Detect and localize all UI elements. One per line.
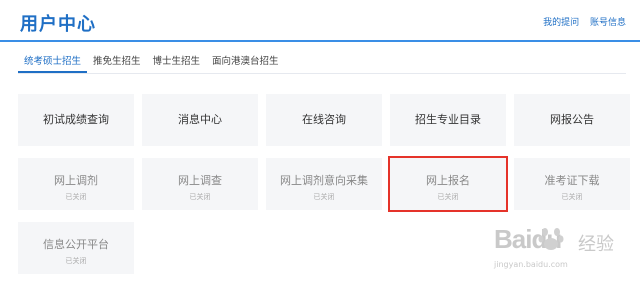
card-label: 网报公告	[550, 113, 594, 126]
card-status: 已关闭	[561, 193, 583, 201]
card-label: 消息中心	[178, 113, 222, 126]
tab-unified-master[interactable]: 统考硕士招生	[18, 55, 88, 73]
card-label: 网上调查	[178, 174, 222, 187]
tab-bar: 统考硕士招生 推免生招生 博士生招生 面向港澳台招生	[18, 55, 285, 73]
card-info-disclosure[interactable]: 信息公开平台 已关闭	[18, 222, 134, 274]
card-label: 网上调剂	[54, 174, 98, 187]
card-label: 网上报名	[426, 174, 470, 187]
my-questions-link[interactable]: 我的提问	[543, 18, 579, 28]
card-status: 已关闭	[313, 193, 335, 201]
card-status: 已关闭	[189, 193, 211, 201]
card-label: 准考证下载	[544, 174, 600, 187]
card-major-catalog[interactable]: 招生专业目录	[390, 94, 506, 146]
paw-icon	[538, 228, 564, 250]
card-adjust-intent[interactable]: 网上调剂意向采集 已关闭	[266, 158, 382, 210]
account-info-link[interactable]: 账号信息	[590, 18, 626, 28]
card-score-query[interactable]: 初试成绩查询	[18, 94, 134, 146]
card-status: 已关闭	[437, 193, 459, 201]
top-links: 我的提问 账号信息	[535, 15, 626, 28]
card-online-registration[interactable]: 网上报名 已关闭	[388, 156, 508, 212]
card-label: 在线咨询	[302, 113, 346, 126]
card-admission-ticket[interactable]: 准考证下载 已关闭	[514, 158, 630, 210]
page-title: 用户中心	[20, 14, 96, 35]
card-label: 信息公开平台	[43, 238, 109, 251]
tabs-divider	[18, 73, 626, 74]
card-label: 初试成绩查询	[43, 113, 109, 126]
tab-exempt-recommend[interactable]: 推免生招生	[87, 55, 147, 73]
baidu-jingyan-watermark: Baidu 经验 jingyan.baidu.com	[474, 210, 624, 280]
card-online-adjust[interactable]: 网上调剂 已关闭	[18, 158, 134, 210]
card-status: 已关闭	[65, 193, 87, 201]
header: 用户中心 我的提问 账号信息	[0, 0, 640, 42]
card-online-consult[interactable]: 在线咨询	[266, 94, 382, 146]
watermark-url: jingyan.baidu.com	[494, 260, 568, 269]
card-status: 已关闭	[65, 257, 87, 265]
card-online-survey[interactable]: 网上调查 已关闭	[142, 158, 258, 210]
tab-doctoral[interactable]: 博士生招生	[147, 55, 207, 73]
card-label: 网上调剂意向采集	[280, 174, 368, 187]
card-message-center[interactable]: 消息中心	[142, 94, 258, 146]
card-label: 招生专业目录	[415, 113, 481, 126]
watermark-cn-text: 经验	[578, 234, 614, 255]
tab-hk-macao-taiwan[interactable]: 面向港澳台招生	[206, 55, 285, 73]
card-registration-notice[interactable]: 网报公告	[514, 94, 630, 146]
